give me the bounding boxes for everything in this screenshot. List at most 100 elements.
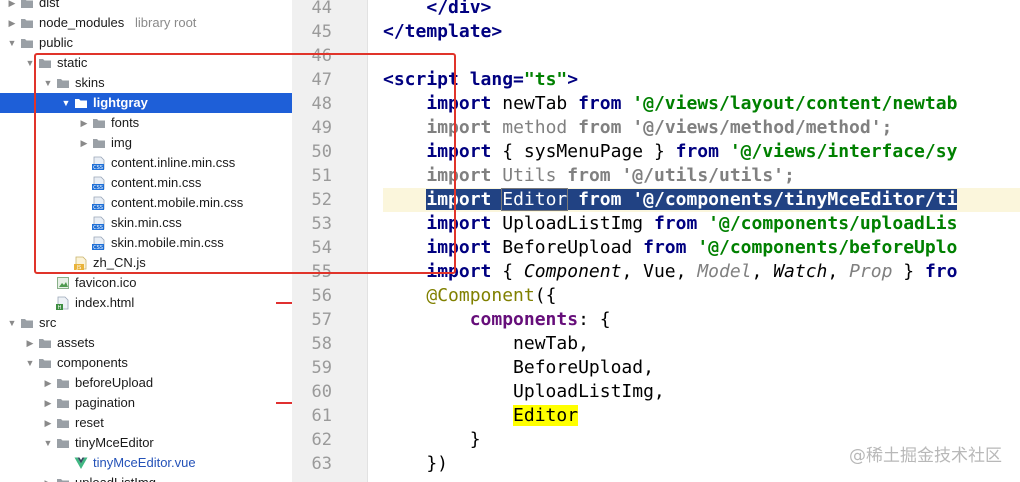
line-number: 53 [311,214,332,234]
tree-item-uploadlistimg-folder[interactable]: ▶ uploadListImg [0,473,292,482]
line-number: 58 [311,334,332,354]
tree-item-content-inline-min-css-file[interactable]: CSS content.inline.min.css [0,153,292,173]
tree-item-static-folder[interactable]: ▼ static [0,53,292,73]
tree-item-fonts-folder[interactable]: ▶ fonts [0,113,292,133]
folder-icon [38,356,52,370]
code-line[interactable]: import { sysMenuPage } from '@/views/int… [383,140,1020,164]
chevron-right-icon[interactable]: ▶ [24,333,36,353]
chevron-down-icon[interactable]: ▼ [6,313,18,333]
tree-item-tinymceeditor-vue-file[interactable]: tinyMceEditor.vue [0,453,292,473]
code-line[interactable]: newTab, [383,332,1020,356]
code-line[interactable]: </div> [383,0,1020,20]
chevron-right-icon[interactable]: ▶ [42,393,54,413]
line-number: 48 [311,94,332,114]
code-line[interactable]: import Utils from '@/utils/utils'; [383,164,1020,188]
tree-item-lightgray-folder[interactable]: ▼ lightgray [0,93,292,113]
code-line[interactable]: import UploadListImg from '@/components/… [383,212,1020,236]
code-line[interactable]: Editor [383,404,1020,428]
tree-item-img-folder[interactable]: ▶ img [0,133,292,153]
tree-item-content-min-css-file[interactable]: CSS content.min.css [0,173,292,193]
tree-item-label: src [39,315,57,330]
code-line[interactable]: </template> [383,20,1020,44]
tree-item-components-folder[interactable]: ▼ components [0,353,292,373]
tree-item-index-html-file[interactable]: Hindex.html [0,293,292,313]
tree-item-zh-cn-js-file[interactable]: JS zh_CN.js [0,253,292,273]
chevron-right-icon[interactable]: ▶ [42,413,54,433]
ico-file-icon [56,276,70,290]
tree-item-pagination-folder[interactable]: ▶ pagination [0,393,292,413]
folder-icon [92,116,106,130]
chevron-down-icon[interactable]: ▼ [60,93,72,113]
tree-item-skin-mobile-min-css-file[interactable]: CSS skin.mobile.min.css [0,233,292,253]
folder-icon [56,76,70,90]
line-number: 49 [311,118,332,138]
tree-item-public-folder[interactable]: ▼ public [0,33,292,53]
folder-icon [20,16,34,30]
chevron-right-icon[interactable]: ▶ [78,133,90,153]
code-line[interactable]: <script lang="ts"> [383,68,1020,92]
chevron-down-icon[interactable]: ▼ [24,53,36,73]
code-line[interactable]: UploadListImg, [383,380,1020,404]
code-line[interactable]: import method from '@/views/method/metho… [383,116,1020,140]
tree-item-label: reset [75,415,104,430]
chevron-down-icon[interactable]: ▼ [42,73,54,93]
svg-text:H: H [58,305,62,310]
tree-item-label: favicon.ico [75,275,137,290]
chevron-down-icon[interactable]: ▼ [24,353,36,373]
tree-item-content-mobile-min-css-file[interactable]: CSS content.mobile.min.css [0,193,292,213]
folder-icon [74,96,88,110]
tree-item-skins-folder[interactable]: ▼ skins [0,73,292,93]
tree-item-label: lightgray [93,95,148,110]
code-line[interactable]: @Component({ [383,284,1020,308]
tree-item-favicon-file[interactable]: favicon.ico [0,273,292,293]
tree-item-reset-folder[interactable]: ▶ reset [0,413,292,433]
tree-item-label: tinyMceEditor [75,435,154,450]
code-area[interactable]: </div> </template> <script lang="ts"> impo… [369,0,1020,482]
tree-item-dist-folder[interactable]: ▶ dist [0,0,292,13]
code-editor[interactable]: 44 45 46 47 48 49 50 51 52 53 54 55 56 57 58 59 60 61 62 63… [292,0,1020,482]
folder-icon [56,476,70,482]
tree-item-label: skins [75,75,105,90]
line-number: 44 [311,0,332,18]
chevron-right-icon[interactable]: ▶ [6,13,18,33]
tree-item-skin-min-css-file[interactable]: CSS skin.min.css [0,213,292,233]
tree-item-label: skin.min.css [111,215,182,230]
tree-item-tinymceeditor-folder[interactable]: ▼ tinyMceEditor [0,433,292,453]
change-marker [276,402,292,404]
code-line[interactable]: BeforeUpload, [383,356,1020,380]
code-line[interactable]: import { Component, Vue, Model, Watch, P… [383,260,1020,284]
line-number: 63 [311,454,332,474]
chevron-down-icon[interactable]: ▼ [42,433,54,453]
code-line[interactable]: import newTab from '@/views/layout/conte… [383,92,1020,116]
line-number: 51 [311,166,332,186]
code-line[interactable] [383,44,1020,68]
chevron-down-icon[interactable]: ▼ [6,33,18,53]
chevron-right-icon[interactable]: ▶ [6,0,18,13]
tree-item-label: components [57,355,128,370]
line-number: 54 [311,238,332,258]
folder-icon [38,56,52,70]
folder-icon [56,436,70,450]
line-number: 62 [311,430,332,450]
tree-item-label: fonts [111,115,140,130]
svg-text:CSS: CSS [93,205,103,210]
tree-item-src-folder[interactable]: ▼ src [0,313,292,333]
code-line[interactable]: import BeforeUpload from '@/components/b… [383,236,1020,260]
html-file-icon: H [56,296,70,311]
tree-item-beforeupload-folder[interactable]: ▶ beforeUpload [0,373,292,393]
chevron-right-icon[interactable]: ▶ [42,373,54,393]
svg-text:CSS: CSS [93,185,103,190]
svg-text:CSS: CSS [93,245,103,250]
tree-item-assets-folder[interactable]: ▶ assets [0,333,292,353]
folder-icon [92,136,106,150]
tree-item-label: content.mobile.min.css [111,195,244,210]
folder-icon [38,336,52,350]
folder-icon [20,316,34,330]
tree-item-node-modules-folder[interactable]: ▶ node_modules library root [0,13,292,33]
code-line[interactable]: components: { [383,308,1020,332]
code-line[interactable]: import Editor from '@/components/tinyMce… [383,188,1020,212]
project-tree-panel: ▶ dist ▶ node_modules library root ▼ public ▼ st… [0,0,292,482]
chevron-right-icon[interactable]: ▶ [42,473,54,482]
line-number: 60 [311,382,332,402]
chevron-right-icon[interactable]: ▶ [78,113,90,133]
